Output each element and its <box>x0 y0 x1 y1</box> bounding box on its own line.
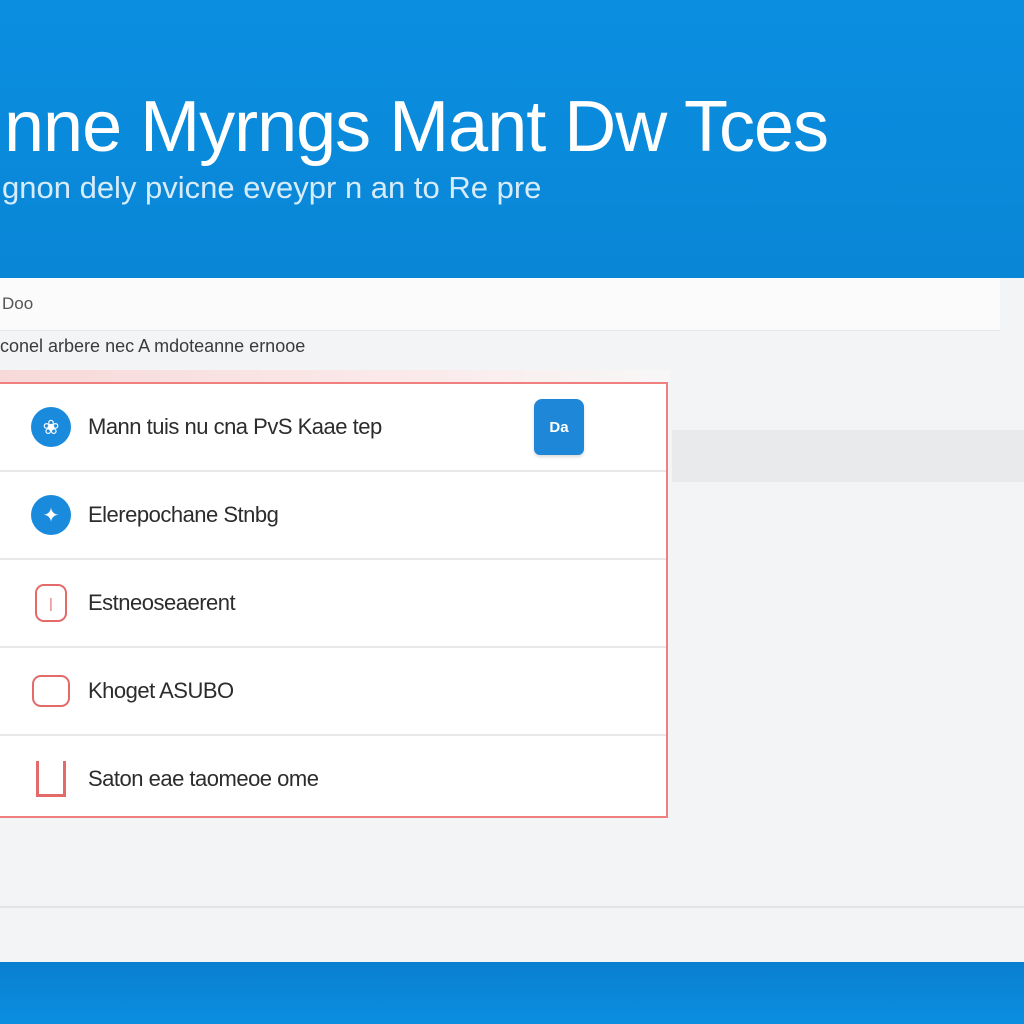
list-item[interactable]: | Estneoseaerent <box>0 560 666 648</box>
hero-banner: nne Myrngs Mant Dw Tces gnon dely pvicne… <box>0 0 1024 278</box>
list-item-label: Estneoseaerent <box>88 590 236 615</box>
panel-description: conel arbere nec A mdoteanne ernooe <box>0 336 306 356</box>
options-list: ❀ Mann tuis nu cna PvS Kaae tep Da ✦ Ele… <box>0 382 668 818</box>
app-badge-icon[interactable]: Da <box>534 399 584 455</box>
blue-shield-icon: ✦ <box>30 494 72 536</box>
red-outline-box-icon: | <box>30 582 72 624</box>
hero-title: nne Myrngs Mant Dw Tces <box>4 87 829 167</box>
red-bracket-icon <box>30 758 72 800</box>
footer-divider <box>0 906 1024 908</box>
list-item[interactable]: Khoget ASUBO <box>0 648 666 736</box>
list-item-label: Saton eae taomeoe ome <box>88 766 319 791</box>
list-item-label: Khoget ASUBO <box>88 678 234 703</box>
panel-header: Doo <box>0 278 1000 331</box>
panel-label: Doo <box>2 294 34 313</box>
list-item[interactable]: ❀ Mann tuis nu cna PvS Kaae tep Da <box>0 384 666 472</box>
settings-panel: Doo conel arbere nec A mdoteanne ernooe … <box>0 278 1024 962</box>
secondary-bar <box>672 430 1024 482</box>
hero-subtitle: gnon dely pvicne eveypr n an to Re pre <box>2 170 542 205</box>
red-outline-rect-icon <box>30 670 72 712</box>
bottom-band <box>0 962 1024 1024</box>
list-item-label: Mann tuis nu cna PvS Kaae tep <box>88 414 382 439</box>
list-item-label: Elerepochane Stnbg <box>88 502 279 527</box>
list-item[interactable]: ✦ Elerepochane Stnbg <box>0 472 666 560</box>
blue-round-logo-icon: ❀ <box>30 406 72 448</box>
list-item[interactable]: Saton eae taomeoe ome <box>0 736 666 822</box>
